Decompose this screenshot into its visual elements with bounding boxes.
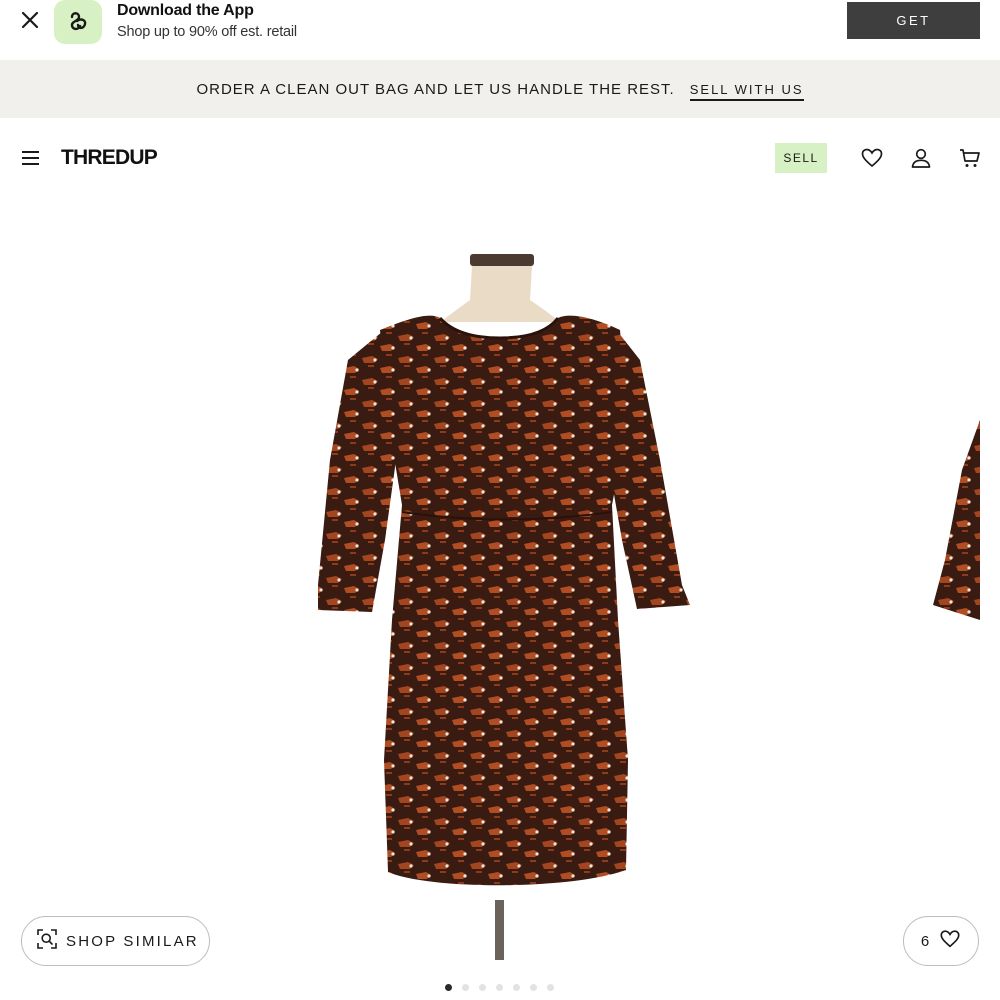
heart-icon[interactable] bbox=[860, 146, 884, 170]
carousel-dot[interactable] bbox=[496, 984, 503, 991]
app-banner-subtitle: Shop up to 90% off est. retail bbox=[117, 24, 297, 40]
carousel-dot[interactable] bbox=[479, 984, 486, 991]
shop-similar-button[interactable]: SHOP SIMILAR bbox=[21, 916, 210, 966]
sell-button[interactable]: SELL bbox=[775, 143, 827, 173]
carousel-dot[interactable] bbox=[547, 984, 554, 991]
sell-with-us-link[interactable]: SELL WITH US bbox=[689, 78, 804, 101]
app-logo-icon bbox=[54, 0, 102, 44]
favorite-button[interactable]: 6 bbox=[903, 916, 979, 966]
get-app-button[interactable]: GET bbox=[847, 2, 980, 39]
thredup-logo[interactable]: THREDUP bbox=[61, 146, 158, 170]
product-gallery[interactable] bbox=[0, 198, 1000, 1000]
promo-text: ORDER A CLEAN OUT BAG AND LET US HANDLE … bbox=[196, 80, 675, 98]
app-download-banner: Download the App Shop up to 90% off est.… bbox=[0, 0, 1000, 60]
carousel-dot[interactable] bbox=[445, 984, 452, 991]
carousel-dot[interactable] bbox=[530, 984, 537, 991]
shop-similar-label: SHOP SIMILAR bbox=[66, 932, 199, 950]
app-banner-title: Download the App bbox=[117, 2, 254, 19]
cart-icon[interactable] bbox=[958, 146, 982, 170]
product-image bbox=[318, 254, 980, 960]
carousel-dot[interactable] bbox=[513, 984, 520, 991]
site-header: THREDUP SELL bbox=[0, 118, 1000, 198]
user-icon[interactable] bbox=[909, 146, 933, 170]
favorite-count: 6 bbox=[920, 932, 930, 950]
carousel-dots bbox=[445, 984, 554, 991]
app-banner-text: Download the App Shop up to 90% off est.… bbox=[117, 2, 297, 42]
heart-icon bbox=[939, 928, 961, 955]
menu-icon[interactable] bbox=[22, 150, 40, 166]
close-icon[interactable] bbox=[16, 6, 44, 34]
promo-strip: ORDER A CLEAN OUT BAG AND LET US HANDLE … bbox=[0, 60, 1000, 118]
carousel-dot[interactable] bbox=[462, 984, 469, 991]
visual-search-icon bbox=[37, 928, 57, 954]
